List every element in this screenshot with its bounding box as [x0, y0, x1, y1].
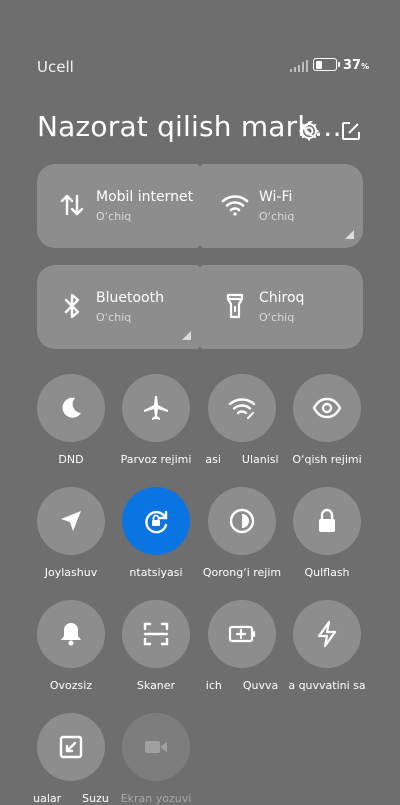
- toggle-airplane[interactable]: [122, 374, 190, 442]
- battery-percent-unit: %: [361, 62, 370, 71]
- toggle-lock[interactable]: [293, 487, 361, 555]
- toggle-label: Qulflash: [304, 566, 350, 579]
- toggle-reading-mode[interactable]: [293, 374, 361, 442]
- toggle-label: Parvoz rejimi: [120, 453, 192, 466]
- tile-wifi[interactable]: Wi-Fi O‘chiq: [200, 164, 363, 248]
- toggle-label: O‘qish rejimi: [292, 453, 362, 466]
- toggle-power-saver[interactable]: [293, 600, 361, 668]
- eye-icon: [312, 397, 342, 419]
- toggle-label: a quvvatini sa: [288, 679, 366, 692]
- scanner-icon: [143, 622, 169, 646]
- battery-icon: [313, 58, 340, 71]
- tile-bluetooth[interactable]: Bluetooth O‘chiq: [37, 265, 200, 349]
- tile-title: Wi-Fi: [259, 189, 293, 205]
- tile-title: Mobil internet: [96, 189, 194, 205]
- location-icon: [61, 511, 81, 531]
- toggle-screen-record[interactable]: [122, 713, 190, 781]
- toggle-silent[interactable]: [37, 600, 105, 668]
- tile-flashlight[interactable]: Chiroq O‘chiq: [200, 265, 363, 349]
- lightning-icon: [317, 620, 337, 648]
- expand-corner-icon[interactable]: [182, 331, 191, 340]
- toggle-dark-mode[interactable]: [208, 487, 276, 555]
- toggle-label: Skaner: [136, 679, 176, 692]
- lock-icon: [319, 508, 335, 532]
- toggle-scanner[interactable]: [122, 600, 190, 668]
- dark-mode-icon: [229, 508, 255, 534]
- tile-mobile-data[interactable]: Mobil internet O‘chiq: [37, 164, 200, 248]
- toggle-location[interactable]: [37, 487, 105, 555]
- tile-status: O‘chiq: [96, 311, 132, 324]
- moon-icon: [62, 397, 81, 418]
- battery-percent-value: 37: [343, 58, 362, 73]
- tile-title: Bluetooth: [96, 290, 164, 306]
- toggle-hotspot[interactable]: [208, 374, 276, 442]
- toggle-dnd[interactable]: [37, 374, 105, 442]
- gear-icon[interactable]: [297, 119, 321, 143]
- expand-corner-icon[interactable]: [345, 230, 354, 239]
- bluetooth-icon: [64, 293, 80, 319]
- battery-saver-icon: [228, 625, 256, 643]
- signal-icon: [290, 60, 308, 72]
- toggle-auto-rotate[interactable]: [122, 487, 190, 555]
- battery-fill: [315, 60, 323, 69]
- screen-record-icon: [145, 741, 167, 753]
- airplane-icon: [144, 396, 168, 420]
- rotation-lock-icon: [145, 510, 168, 534]
- toggle-label: Ekran yozuvi: [120, 792, 192, 805]
- tile-status: O‘chiq: [96, 210, 132, 223]
- toggle-battery-saver[interactable]: [208, 600, 276, 668]
- tile-status: O‘chiq: [259, 210, 295, 223]
- carrier-name: Ucell: [37, 58, 74, 76]
- toggle-label: ntatsiyasi: [129, 566, 183, 579]
- wifi-share-icon: [228, 398, 256, 419]
- wifi-icon: [221, 195, 249, 216]
- floating-window-icon: [59, 735, 83, 759]
- status-bar: [0, 0, 400, 40]
- flashlight-icon: [226, 293, 244, 319]
- edit-icon[interactable]: [340, 120, 362, 142]
- battery-percent: 37%: [343, 58, 369, 73]
- tile-title: Chiroq: [259, 290, 305, 306]
- bell-icon: [61, 623, 81, 646]
- tile-status: O‘chiq: [259, 311, 295, 324]
- swap-vertical-icon: [60, 194, 84, 216]
- toggle-floating-window[interactable]: [37, 713, 105, 781]
